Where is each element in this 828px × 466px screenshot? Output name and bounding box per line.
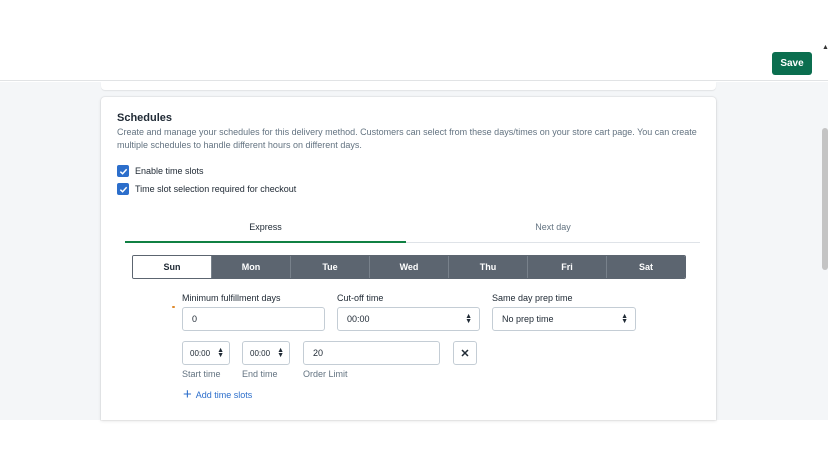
prep-time-value: No prep time [502,314,554,324]
prep-time-label: Same day prep time [492,293,573,303]
day-thu[interactable]: Thu [448,256,527,278]
select-arrows-icon: ▲ ▼ [277,347,284,359]
prep-time-select[interactable]: No prep time ▲ ▼ [492,307,636,331]
day-mon[interactable]: Mon [211,256,290,278]
day-wed[interactable]: Wed [369,256,448,278]
order-limit-value: 20 [313,348,324,358]
cutoff-time-label: Cut-off time [337,293,384,303]
plus-icon: + [183,386,192,403]
day-selector: Sun Mon Tue Wed Thu Fri Sat [132,255,686,279]
checkbox-checked-icon[interactable] [117,183,129,195]
min-fulfillment-value: 0 [192,314,198,324]
tab-express[interactable]: Express [125,215,406,243]
add-time-slots-button[interactable]: + Add time slots [183,386,253,403]
schedules-description: Create and manage your schedules for thi… [117,127,697,150]
checkbox-checked-icon[interactable] [117,165,129,177]
schedules-title: Schedules [117,112,173,124]
order-limit-input[interactable]: 20 [303,341,440,365]
day-fri[interactable]: Fri [527,256,606,278]
select-arrows-icon: ▲ ▼ [621,313,628,325]
start-time-label: Start time [182,369,221,379]
cutoff-time-select[interactable]: 00:00 ▲ ▼ [337,307,480,331]
save-button[interactable]: Save [772,52,812,75]
tab-next-day[interactable]: Next day [406,215,700,243]
schedules-card: Schedules Create and manage your schedul… [101,97,716,420]
day-tue[interactable]: Tue [290,256,369,278]
checkbox-label: Time slot selection required for checkou… [135,184,297,194]
indicator-dot [172,306,175,308]
select-arrows-icon: ▲ ▼ [465,313,472,325]
scrollbar[interactable] [822,128,828,270]
min-fulfillment-label: Minimum fulfillment days [182,293,281,303]
add-time-slots-label: Add time slots [195,390,253,400]
start-time-select[interactable]: 00:00 ▲ ▼ [182,341,230,365]
min-fulfillment-input[interactable]: 0 [182,307,325,331]
close-icon: ✕ [460,347,470,360]
end-time-value: 00:00 [250,348,271,358]
enable-time-slots-checkbox[interactable]: Enable time slots [117,165,204,177]
day-sun[interactable]: Sun [133,256,211,278]
top-bar: Save ▲ [0,0,828,81]
select-arrows-icon: ▲ ▼ [217,347,224,359]
day-sat[interactable]: Sat [606,256,685,278]
previous-card [101,82,716,90]
remove-slot-button[interactable]: ✕ [453,341,477,365]
time-slot-required-checkbox[interactable]: Time slot selection required for checkou… [117,183,296,195]
end-time-label: End time [242,369,278,379]
end-time-select[interactable]: 00:00 ▲ ▼ [242,341,290,365]
checkbox-label: Enable time slots [135,166,204,176]
caret-up-icon: ▲ [822,44,828,51]
start-time-value: 00:00 [190,348,211,358]
order-limit-label: Order Limit [303,369,348,379]
cutoff-time-value: 00:00 [347,314,370,324]
